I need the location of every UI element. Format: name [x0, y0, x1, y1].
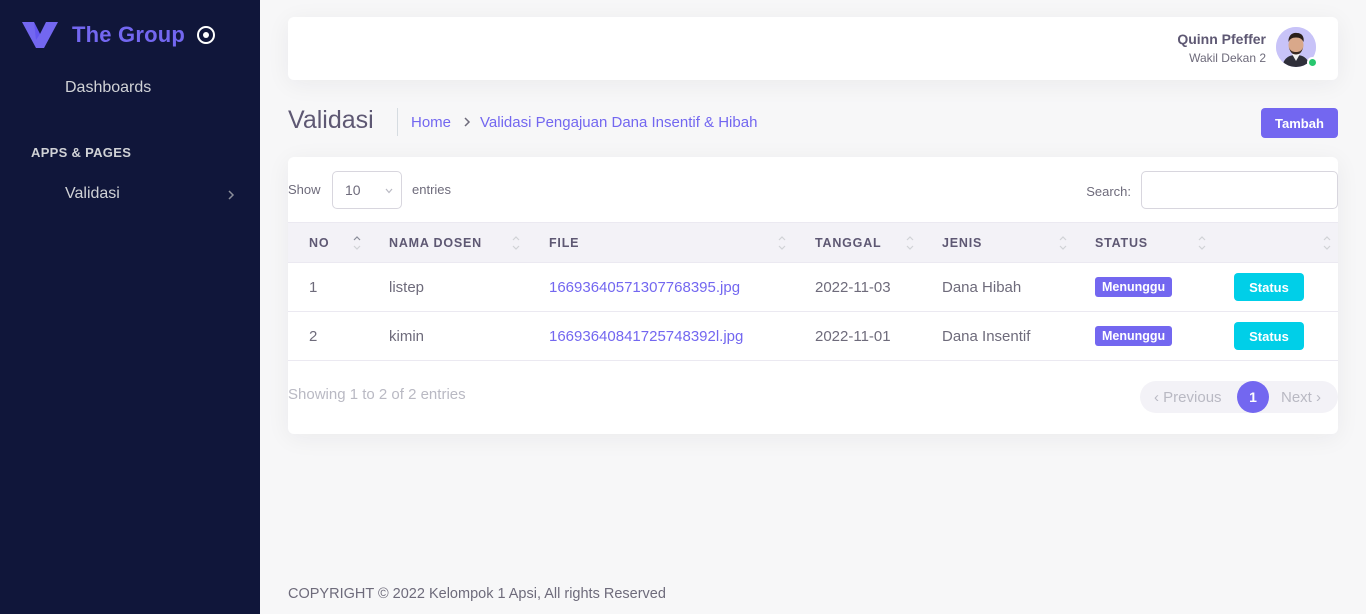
- user-name[interactable]: Quinn Pfeffer: [1177, 31, 1266, 47]
- entries-label: entries: [412, 182, 452, 197]
- show-label: Show: [288, 182, 321, 197]
- table-row: 2 kimin 16693640841725748392l.jpg 2022-1…: [288, 312, 1338, 361]
- sort-icon[interactable]: [906, 234, 914, 252]
- user-role: Wakil Dekan 2: [1189, 51, 1266, 65]
- sidebar: The Group Dashboards APPS & PAGES Valida…: [0, 0, 260, 614]
- cell-tanggal: 2022-11-03: [815, 279, 891, 296]
- breadcrumb-chevron-icon: [464, 117, 471, 127]
- page-title: Validasi: [288, 106, 374, 134]
- page-size-value: 10: [345, 182, 361, 198]
- pagination-previous-label: Previous: [1163, 389, 1222, 406]
- cell-jenis: Dana Insentif: [942, 328, 1031, 345]
- footer-copyright: COPYRIGHT © 2022 Kelompok 1 Apsi, All ri…: [288, 586, 666, 602]
- sort-icon[interactable]: [1198, 234, 1206, 252]
- sidebar-section-header: APPS & PAGES: [31, 145, 132, 160]
- cell-nama-dosen: listep: [389, 279, 425, 296]
- search-label: Search:: [1086, 184, 1131, 199]
- brand-name: The Group: [72, 22, 186, 47]
- sort-icon[interactable]: [1059, 234, 1067, 252]
- file-link[interactable]: 16693640571307768395.jpg: [549, 279, 740, 296]
- cell-no: 2: [309, 328, 318, 345]
- table-row: 1 listep 16693640571307768395.jpg 2022-1…: [288, 263, 1338, 312]
- column-header-no[interactable]: NO: [309, 236, 329, 250]
- pagination: ‹ Previous 1 Next ›: [1140, 381, 1338, 413]
- sidebar-item-validasi[interactable]: Validasi: [65, 185, 120, 203]
- column-header-jenis[interactable]: JENIS: [942, 236, 982, 250]
- sort-icon[interactable]: [1323, 234, 1331, 252]
- status-button[interactable]: Status: [1234, 273, 1304, 301]
- column-header-nama-dosen[interactable]: NAMA DOSEN: [389, 236, 482, 250]
- datatable-card: Show 10 entries Search: NO NAMA DOSEN FI…: [288, 157, 1338, 434]
- pagination-page-1[interactable]: 1: [1237, 381, 1269, 413]
- column-header-file[interactable]: FILE: [549, 236, 579, 250]
- status-badge: Menunggu: [1095, 326, 1173, 346]
- top-navbar: Quinn Pfeffer Wakil Dekan 2: [288, 17, 1338, 80]
- pagination-next[interactable]: Next ›: [1281, 389, 1321, 406]
- cell-no: 1: [309, 279, 318, 296]
- status-badge: Menunggu: [1095, 277, 1173, 297]
- brand[interactable]: The Group: [22, 20, 185, 50]
- file-link[interactable]: 16693640841725748392l.jpg: [549, 328, 743, 345]
- table-info: Showing 1 to 2 of 2 entries: [288, 386, 466, 403]
- table-header: NO NAMA DOSEN FILE TANGGAL JENIS STATUS: [288, 222, 1338, 263]
- pagination-next-label: Next: [1281, 389, 1312, 406]
- title-divider: [397, 108, 398, 136]
- breadcrumb-home[interactable]: Home: [411, 114, 451, 131]
- sort-icon[interactable]: [512, 234, 520, 252]
- brand-logo-icon: [22, 22, 58, 48]
- cell-tanggal: 2022-11-01: [815, 328, 891, 345]
- page-size-select[interactable]: 10: [332, 171, 402, 209]
- sort-icon[interactable]: [353, 234, 361, 252]
- sort-icon[interactable]: [778, 234, 786, 252]
- online-status-indicator: [1307, 57, 1318, 68]
- column-header-tanggal[interactable]: TANGGAL: [815, 236, 881, 250]
- chevron-down-icon: [385, 188, 393, 194]
- chevron-right-icon: [228, 190, 235, 200]
- search-input[interactable]: [1141, 171, 1338, 209]
- cell-jenis: Dana Hibah: [942, 279, 1022, 296]
- sidebar-toggle-icon[interactable]: [196, 25, 216, 45]
- cell-nama-dosen: kimin: [389, 328, 425, 345]
- status-button[interactable]: Status: [1234, 322, 1304, 350]
- sidebar-item-dashboards[interactable]: Dashboards: [65, 79, 151, 97]
- add-button[interactable]: Tambah: [1261, 108, 1338, 138]
- breadcrumb-current: Validasi Pengajuan Dana Insentif & Hibah: [480, 114, 758, 131]
- pagination-previous[interactable]: ‹ Previous: [1154, 389, 1222, 406]
- column-header-status[interactable]: STATUS: [1095, 236, 1148, 250]
